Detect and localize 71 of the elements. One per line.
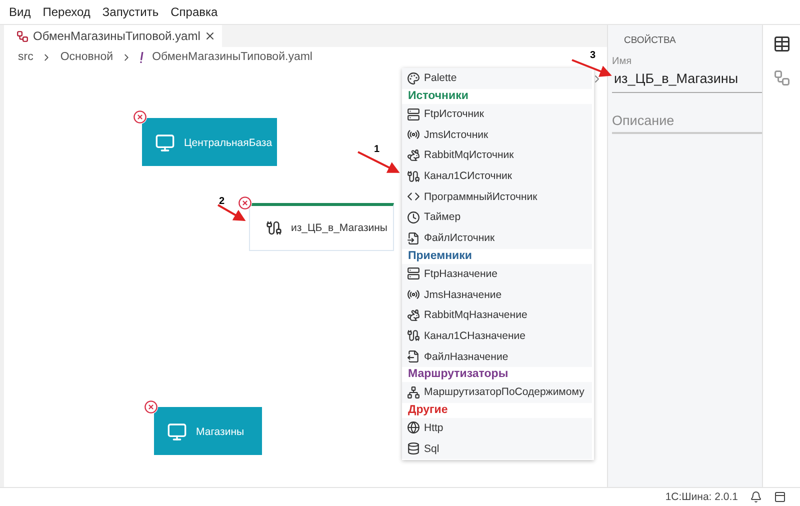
palette-item[interactable]: RabbitMqНазначение	[402, 304, 592, 326]
version-text: 1С:Шина: 2.0.1	[665, 491, 738, 503]
breadcrumb-item[interactable]: Основной	[60, 51, 114, 63]
palette-item-icon	[407, 308, 420, 322]
panel-icon[interactable]	[774, 491, 786, 503]
exclamation-icon	[140, 52, 144, 62]
palette-item[interactable]: Канал1СНазначение	[402, 326, 592, 346]
palette-item[interactable]: RabbitMqИсточник	[402, 145, 592, 166]
annotation-number: 1	[374, 144, 380, 155]
diagram-icon[interactable]	[772, 69, 790, 87]
editor-tab[interactable]: ОбменМагазиныТиповой.yaml	[4, 25, 222, 47]
breadcrumb-item[interactable]: ОбменМагазиныТиповой.yaml	[152, 51, 312, 63]
diagram-icon	[16, 30, 29, 42]
palette-item[interactable]: Palette	[402, 68, 592, 89]
palette-item-icon	[407, 386, 420, 399]
palette-item-icon	[407, 148, 420, 162]
palette-group-title: Приемники	[407, 249, 473, 264]
close-icon[interactable]	[204, 30, 216, 42]
palette-item-icon	[407, 210, 420, 224]
delete-icon[interactable]	[144, 400, 158, 414]
annotation-number: 3	[590, 50, 596, 61]
name-field[interactable]: из_ЦБ_в_Магазины	[612, 67, 762, 93]
palette-item[interactable]: Sql	[402, 438, 592, 459]
delete-icon[interactable]	[133, 110, 147, 124]
palette-item[interactable]: JmsИсточник	[402, 124, 592, 146]
bell-icon[interactable]	[750, 491, 762, 503]
delete-icon[interactable]	[238, 196, 252, 210]
palette-item-icon	[407, 72, 420, 85]
palette-group-title: Источники	[407, 89, 470, 104]
palette-item[interactable]: Канал1СИсточник	[402, 166, 592, 186]
palette-item[interactable]: FtpИсточник	[402, 104, 592, 124]
annotation-arrow	[572, 59, 612, 77]
menu-item[interactable]: Вид	[4, 5, 36, 19]
palette-item-icon	[407, 232, 420, 245]
channel-node[interactable]: из_ЦБ_в_Магазины	[249, 203, 394, 251]
annotation-arrow	[218, 204, 246, 221]
node-label: Магазины	[196, 426, 244, 438]
menu-item[interactable]: Переход	[38, 5, 96, 19]
menu-item[interactable]: Запустить	[97, 5, 164, 19]
palette-group-title: Другие	[407, 403, 449, 418]
breadcrumb-item[interactable]: src	[18, 51, 34, 63]
monitor-icon	[155, 133, 175, 153]
palette-item[interactable]: ПрограммныйИсточник	[402, 186, 592, 208]
palette-item-icon	[407, 329, 420, 342]
palette-item-icon	[407, 442, 420, 456]
palette-item-icon	[407, 108, 420, 121]
palette-item-icon	[407, 190, 420, 204]
palette-item-icon	[407, 288, 420, 302]
node-label: из_ЦБ_в_Магазины	[291, 222, 388, 234]
channel-icon	[266, 220, 282, 236]
palette-item[interactable]: Http	[402, 418, 592, 438]
palette-item[interactable]: Таймер	[402, 207, 592, 228]
palette-item[interactable]: МаршрутизаторПоСодержимому	[402, 382, 592, 403]
table-icon[interactable]	[772, 35, 790, 53]
palette-group-title: Маршрутизаторы	[407, 367, 510, 382]
palette-item[interactable]: ФайлИсточник	[402, 228, 592, 248]
palette-item[interactable]: ФайлНазначение	[402, 346, 592, 367]
annotation-number: 2	[219, 196, 225, 207]
palette-item-icon	[407, 170, 420, 183]
node-label: ЦентральнаяБаза	[184, 137, 272, 149]
annotation-arrow	[358, 151, 400, 173]
palette-item-icon	[407, 128, 420, 142]
monitor-icon	[167, 422, 187, 442]
palette-item[interactable]: FtpНазначение	[402, 264, 592, 284]
menu-item[interactable]: Справка	[166, 5, 223, 19]
palette-item-icon	[407, 421, 420, 434]
palette-item-icon	[407, 350, 420, 364]
palette-item-icon	[407, 267, 420, 280]
panel-title: СВОЙСТВА	[623, 35, 677, 46]
palette-item[interactable]: JmsНазначение	[402, 284, 592, 305]
field-label: Имя	[612, 56, 632, 67]
